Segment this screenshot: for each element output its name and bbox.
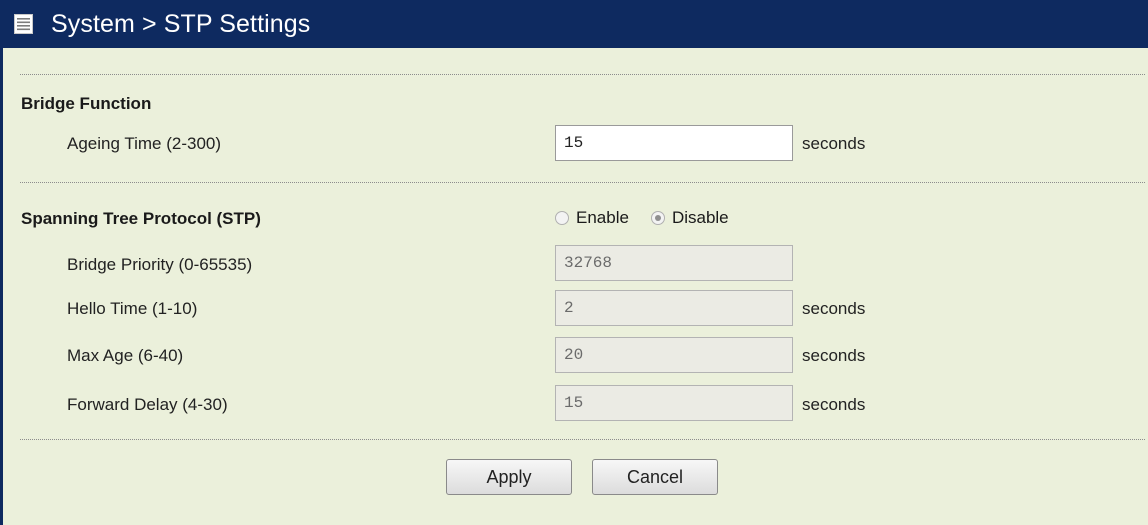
forward-delay-label: Forward Delay (4-30) (67, 395, 228, 414)
settings-panel: Bridge Function Ageing Time (2-300) seco… (3, 48, 1148, 525)
bridge-priority-label: Bridge Priority (0-65535) (67, 255, 253, 274)
forward-delay-input[interactable] (555, 385, 793, 421)
ageing-time-label: Ageing Time (2-300) (67, 134, 222, 153)
list-icon (14, 14, 33, 34)
hello-time-label: Hello Time (1-10) (67, 299, 198, 318)
stp-enable-radio[interactable] (555, 211, 569, 225)
ageing-time-input[interactable] (555, 125, 793, 161)
stp-disable-label[interactable]: Disable (672, 208, 729, 228)
cancel-button[interactable]: Cancel (592, 459, 718, 495)
apply-button[interactable]: Apply (446, 459, 572, 495)
stp-enable-label[interactable]: Enable (576, 208, 629, 228)
stp-title: Spanning Tree Protocol (STP) (21, 209, 261, 228)
stp-disable-radio[interactable] (650, 211, 665, 225)
ageing-time-unit: seconds (802, 134, 866, 153)
page-title: System > STP Settings (51, 9, 311, 38)
max-age-unit: seconds (802, 346, 866, 365)
hello-time-unit: seconds (802, 299, 866, 318)
max-age-label: Max Age (6-40) (67, 346, 184, 365)
section-divider (20, 439, 1145, 440)
bridge-priority-input[interactable] (555, 245, 793, 281)
hello-time-input[interactable] (555, 290, 793, 326)
section-divider (20, 182, 1145, 183)
forward-delay-unit: seconds (802, 395, 866, 414)
max-age-input[interactable] (555, 337, 793, 373)
page-header: System > STP Settings (0, 0, 1148, 48)
stp-radio-group: Enable Disable (555, 208, 751, 228)
section-divider (20, 74, 1145, 75)
bridge-function-title: Bridge Function (21, 94, 152, 113)
